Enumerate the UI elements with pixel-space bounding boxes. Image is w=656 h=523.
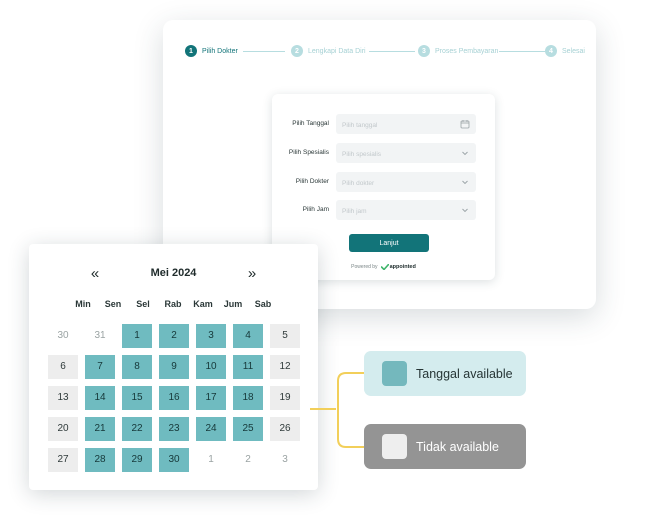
step-pilih-dokter[interactable]: 1 Pilih Dokter bbox=[185, 44, 238, 58]
day-cell-outside: 1 bbox=[208, 454, 214, 465]
day-cell-available[interactable]: 23 bbox=[159, 417, 189, 441]
chevron-down-icon[interactable] bbox=[460, 177, 470, 187]
chevron-down-icon[interactable] bbox=[460, 205, 470, 215]
day-cell-available[interactable]: 21 bbox=[85, 417, 115, 441]
day-cell-unavailable: 19 bbox=[270, 386, 300, 410]
day-cell-outside: 3 bbox=[282, 454, 288, 465]
time-select[interactable] bbox=[336, 200, 476, 222]
time-input[interactable] bbox=[336, 201, 476, 222]
brand-name: appointed bbox=[389, 264, 416, 270]
day-cell-available[interactable]: 1 bbox=[122, 324, 152, 348]
day-cell-available[interactable]: 9 bbox=[159, 355, 189, 379]
day-cell-unavailable: 27 bbox=[48, 448, 78, 472]
calendar-icon[interactable] bbox=[460, 119, 470, 129]
day-cell-available[interactable]: 2 bbox=[159, 324, 189, 348]
doctor-row: Pilih Dokter bbox=[272, 172, 495, 194]
day-cell-available[interactable]: 17 bbox=[196, 386, 226, 410]
step-label: Selesai bbox=[562, 47, 585, 55]
day-cell-outside: 31 bbox=[94, 330, 106, 341]
unavailable-swatch bbox=[382, 434, 407, 459]
day-cell-available[interactable]: 22 bbox=[122, 417, 152, 441]
day-cell-available[interactable]: 3 bbox=[196, 324, 226, 348]
day-cell-unavailable: 12 bbox=[270, 355, 300, 379]
brand-logo-icon bbox=[380, 264, 389, 270]
weekday-label: Sab bbox=[254, 299, 272, 309]
day-cell-unavailable: 5 bbox=[270, 324, 300, 348]
doctor-label: Pilih Dokter bbox=[295, 178, 329, 185]
day-cell-unavailable: 26 bbox=[270, 417, 300, 441]
day-cell-available[interactable]: 4 bbox=[233, 324, 263, 348]
specialist-select[interactable] bbox=[336, 143, 476, 165]
weekday-label: Sel bbox=[136, 299, 150, 309]
step-connector bbox=[499, 50, 545, 52]
time-row: Pilih Jam bbox=[272, 200, 495, 222]
weekday-label: Rab bbox=[164, 299, 182, 309]
calendar-popup: « Mei 2024 » Min Sen Sel Rab Kam Jum Sab… bbox=[29, 244, 318, 490]
specialist-row: Pilih Spesialis bbox=[272, 143, 495, 165]
legend-available: Tanggal available bbox=[364, 351, 526, 396]
doctor-input[interactable] bbox=[336, 173, 476, 194]
day-cell-available[interactable]: 8 bbox=[122, 355, 152, 379]
legend-unavailable-label: Tidak available bbox=[416, 439, 499, 454]
step-selesai[interactable]: 4 Selesai bbox=[545, 44, 585, 58]
day-cell-available[interactable]: 11 bbox=[233, 355, 263, 379]
day-cell-available[interactable]: 29 bbox=[122, 448, 152, 472]
day-cell-available[interactable]: 7 bbox=[85, 355, 115, 379]
legend-unavailable: Tidak available bbox=[364, 424, 526, 469]
day-cell-available[interactable]: 24 bbox=[196, 417, 226, 441]
day-cell-outside: 2 bbox=[245, 454, 251, 465]
day-cell-available[interactable]: 10 bbox=[196, 355, 226, 379]
day-cell-unavailable: 13 bbox=[48, 386, 78, 410]
day-cell-available[interactable]: 25 bbox=[233, 417, 263, 441]
step-number: 1 bbox=[185, 45, 197, 57]
time-label: Pilih Jam bbox=[302, 206, 329, 213]
month-title: Mei 2024 bbox=[150, 267, 197, 279]
weekday-label: Min bbox=[75, 299, 91, 309]
day-cell-unavailable: 6 bbox=[48, 355, 78, 379]
weekday-label: Sen bbox=[104, 299, 122, 309]
step-number: 4 bbox=[545, 45, 557, 57]
chevron-down-icon[interactable] bbox=[460, 148, 470, 158]
date-input[interactable] bbox=[336, 115, 476, 136]
day-cell-available[interactable]: 14 bbox=[85, 386, 115, 410]
powered-by-text: Powered by bbox=[351, 264, 378, 270]
step-connector bbox=[369, 50, 415, 52]
specialist-label: Pilih Spesialis bbox=[288, 149, 329, 156]
day-cell-available[interactable]: 30 bbox=[159, 448, 189, 472]
next-month-button[interactable]: » bbox=[244, 266, 260, 282]
doctor-select[interactable] bbox=[336, 172, 476, 194]
step-number: 2 bbox=[291, 45, 303, 57]
day-cell-available[interactable]: 15 bbox=[122, 386, 152, 410]
legend-available-label: Tanggal available bbox=[416, 366, 513, 381]
step-lengkapi-data-diri[interactable]: 2 Lengkapi Data Diri bbox=[291, 44, 366, 58]
specialist-input[interactable] bbox=[336, 144, 476, 165]
step-label: Pilih Dokter bbox=[202, 47, 238, 55]
progress-stepper: 1 Pilih Dokter 2 Lengkapi Data Diri 3 Pr… bbox=[185, 44, 585, 58]
date-field[interactable] bbox=[336, 114, 476, 136]
day-cell-available[interactable]: 16 bbox=[159, 386, 189, 410]
day-cell-available[interactable]: 28 bbox=[85, 448, 115, 472]
lanjut-button[interactable]: Lanjut bbox=[349, 234, 429, 252]
day-cell-available[interactable]: 18 bbox=[233, 386, 263, 410]
step-number: 3 bbox=[418, 45, 430, 57]
date-label: Pilih Tanggal bbox=[292, 120, 329, 127]
weekday-label: Kam bbox=[193, 299, 213, 309]
available-swatch bbox=[382, 361, 407, 386]
day-cell-outside: 30 bbox=[57, 330, 69, 341]
weekday-label: Jum bbox=[223, 299, 243, 309]
legend-connector bbox=[310, 372, 370, 448]
step-label: Lengkapi Data Diri bbox=[308, 47, 366, 55]
date-row: Pilih Tanggal bbox=[272, 114, 495, 136]
step-connector bbox=[243, 50, 285, 52]
step-label: Proses Pembayaran bbox=[435, 47, 499, 55]
step-proses-pembayaran[interactable]: 3 Proses Pembayaran bbox=[418, 44, 498, 58]
day-cell-unavailable: 20 bbox=[48, 417, 78, 441]
